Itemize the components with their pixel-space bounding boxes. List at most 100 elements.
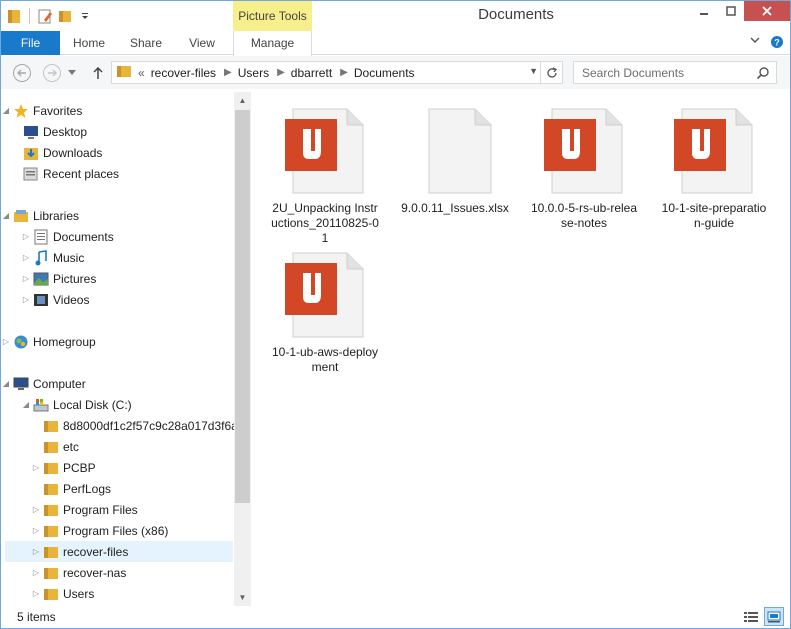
up-button[interactable] [87, 63, 109, 83]
nav-item-documents[interactable]: ▷ Documents [21, 226, 114, 247]
computer-node[interactable]: ◢ Computer [1, 373, 86, 394]
nav-folder-item[interactable]: ▷ Program Files [31, 499, 138, 520]
file-item[interactable]: 9.0.0.11_Issues.xlsx [395, 107, 515, 216]
nav-item-pictures[interactable]: ▷ Pictures [21, 268, 96, 289]
collapsed-arrow-icon[interactable]: ▷ [1, 337, 11, 346]
explorer-window: Picture Tools Documents File Home Share … [0, 0, 791, 629]
recent-locations-icon[interactable] [65, 63, 79, 83]
nav-folder-item-selected[interactable]: ▷ recover-files [5, 541, 233, 562]
collapsed-arrow-icon[interactable]: ▷ [31, 505, 41, 514]
tab-view[interactable]: View [183, 31, 221, 55]
nav-folder-item[interactable]: ▷ Program Files (x86) [31, 520, 168, 541]
nav-item-local-disk[interactable]: ◢ Local Disk (C:) [21, 394, 132, 415]
breadcrumb-recover-files[interactable]: recover-files [151, 66, 216, 80]
scroll-down-icon[interactable]: ▼ [234, 589, 251, 606]
folder-icon [43, 481, 59, 497]
minimize-button[interactable] [690, 1, 717, 21]
breadcrumb-chevron-icon[interactable]: ▶ [340, 67, 348, 78]
collapsed-arrow-icon[interactable]: ▷ [21, 274, 31, 283]
picture-tools-group: Picture Tools [233, 1, 312, 31]
collapsed-arrow-icon[interactable]: ▷ [21, 232, 31, 241]
customize-qat-icon[interactable] [76, 7, 94, 25]
nav-folder-item[interactable]: PerfLogs [31, 478, 111, 499]
ribbon-right-controls: ? [750, 35, 784, 52]
documents-icon [33, 229, 49, 245]
collapsed-arrow-icon[interactable]: ▷ [21, 295, 31, 304]
computer-label: Computer [33, 376, 86, 391]
tab-manage[interactable]: Manage [233, 31, 312, 56]
expanded-arrow-icon[interactable]: ◢ [21, 400, 31, 409]
expanded-arrow-icon[interactable]: ◢ [1, 379, 11, 388]
back-button[interactable] [11, 63, 33, 83]
expand-ribbon-icon[interactable] [750, 35, 760, 52]
collapsed-arrow-icon[interactable]: ▷ [31, 463, 41, 472]
file-item[interactable]: 10-1-site-preparation-guide [654, 107, 774, 231]
maximize-button[interactable] [717, 1, 744, 21]
new-folder-icon[interactable] [56, 7, 74, 25]
breadcrumb-documents[interactable]: Documents [354, 66, 415, 80]
nav-folder-item[interactable]: ▷ PCBP [31, 457, 96, 478]
breadcrumb-dbarrett[interactable]: dbarrett [291, 66, 332, 80]
scroll-up-icon[interactable]: ▲ [234, 92, 251, 109]
expanded-arrow-icon[interactable]: ◢ [1, 211, 11, 220]
tab-share[interactable]: Share [125, 31, 167, 55]
homegroup-node[interactable]: ▷ Homegroup [1, 331, 96, 352]
file-item[interactable]: 10-1-ub-aws-deployment [265, 251, 385, 375]
details-view-button[interactable] [741, 607, 761, 626]
folder-icon [43, 586, 59, 602]
navigation-bar: « recover-files ▶ Users ▶ dbarrett ▶ Doc… [1, 56, 790, 89]
nav-item-music[interactable]: ▷ Music [21, 247, 84, 268]
address-bar[interactable]: « recover-files ▶ Users ▶ dbarrett ▶ Doc… [111, 61, 563, 84]
collapsed-arrow-icon[interactable]: ▷ [31, 568, 41, 577]
file-name: 10.0.0-5-rs-ub-release-notes [530, 201, 638, 230]
nav-item-label: Documents [53, 229, 114, 244]
window-controls [690, 1, 790, 21]
forward-button[interactable] [41, 63, 63, 83]
scrollbar-thumb[interactable] [235, 110, 250, 503]
collapsed-arrow-icon[interactable]: ▷ [31, 547, 41, 556]
pdf-file-icon [285, 107, 365, 195]
navpane-scrollbar[interactable]: ▲ ▼ [234, 92, 251, 606]
breadcrumb-overflow[interactable]: « [138, 66, 145, 80]
refresh-button[interactable] [540, 62, 562, 83]
large-icons-view-button[interactable] [764, 607, 784, 626]
folder-icon [43, 544, 59, 560]
nav-item-recent-places[interactable]: Recent places [21, 163, 119, 184]
file-name: 2U_Unpacking Instructions_20110825-01 [271, 201, 379, 245]
address-dropdown-icon[interactable]: ▼ [529, 66, 538, 76]
libraries-node[interactable]: ◢ Libraries [1, 205, 79, 226]
nav-folder-item[interactable]: etc [31, 436, 79, 457]
breadcrumb-chevron-icon[interactable]: ▶ [224, 67, 232, 78]
file-item[interactable]: 10.0.0-5-rs-ub-release-notes [524, 107, 644, 231]
favorites-node[interactable]: ◢ Favorites [1, 100, 82, 121]
tab-file[interactable]: File [1, 31, 60, 55]
favorites-label: Favorites [33, 103, 83, 118]
collapsed-arrow-icon[interactable]: ▷ [31, 589, 41, 598]
nav-item-videos[interactable]: ▷ Videos [21, 289, 90, 310]
nav-item-downloads[interactable]: Downloads [21, 142, 102, 163]
help-icon[interactable]: ? [770, 35, 784, 52]
collapsed-arrow-icon[interactable]: ▷ [21, 253, 31, 262]
nav-folder-item[interactable]: ▷ recover-nas [31, 562, 126, 583]
breadcrumb-chevron-icon[interactable]: ▶ [277, 67, 285, 78]
expanded-arrow-icon[interactable]: ◢ [1, 106, 11, 115]
tab-home[interactable]: Home [69, 31, 109, 55]
nav-item-desktop[interactable]: Desktop [21, 121, 87, 142]
nav-item-label: recover-files [63, 544, 129, 559]
close-button[interactable] [744, 1, 790, 21]
collapsed-arrow-icon[interactable]: ▷ [31, 526, 41, 535]
folder-icon[interactable] [5, 7, 23, 25]
nav-folder-item[interactable]: ▷ Users [31, 583, 94, 604]
folder-icon [43, 439, 59, 455]
nav-folder-item[interactable]: 8d8000df1c2f57c9c28a017d3f6a [31, 415, 238, 436]
search-box[interactable] [573, 61, 777, 84]
homegroup-icon [13, 334, 29, 350]
search-icon[interactable] [756, 66, 770, 83]
navigation-pane: ◢ Favorites Desktop Downloads Recent pla… [1, 89, 251, 606]
svg-text:?: ? [774, 38, 780, 48]
breadcrumb-users[interactable]: Users [238, 66, 269, 80]
search-input[interactable] [574, 62, 744, 83]
properties-icon[interactable] [36, 7, 54, 25]
file-item[interactable]: 2U_Unpacking Instructions_20110825-01 [265, 107, 385, 246]
folder-icon [43, 418, 59, 434]
